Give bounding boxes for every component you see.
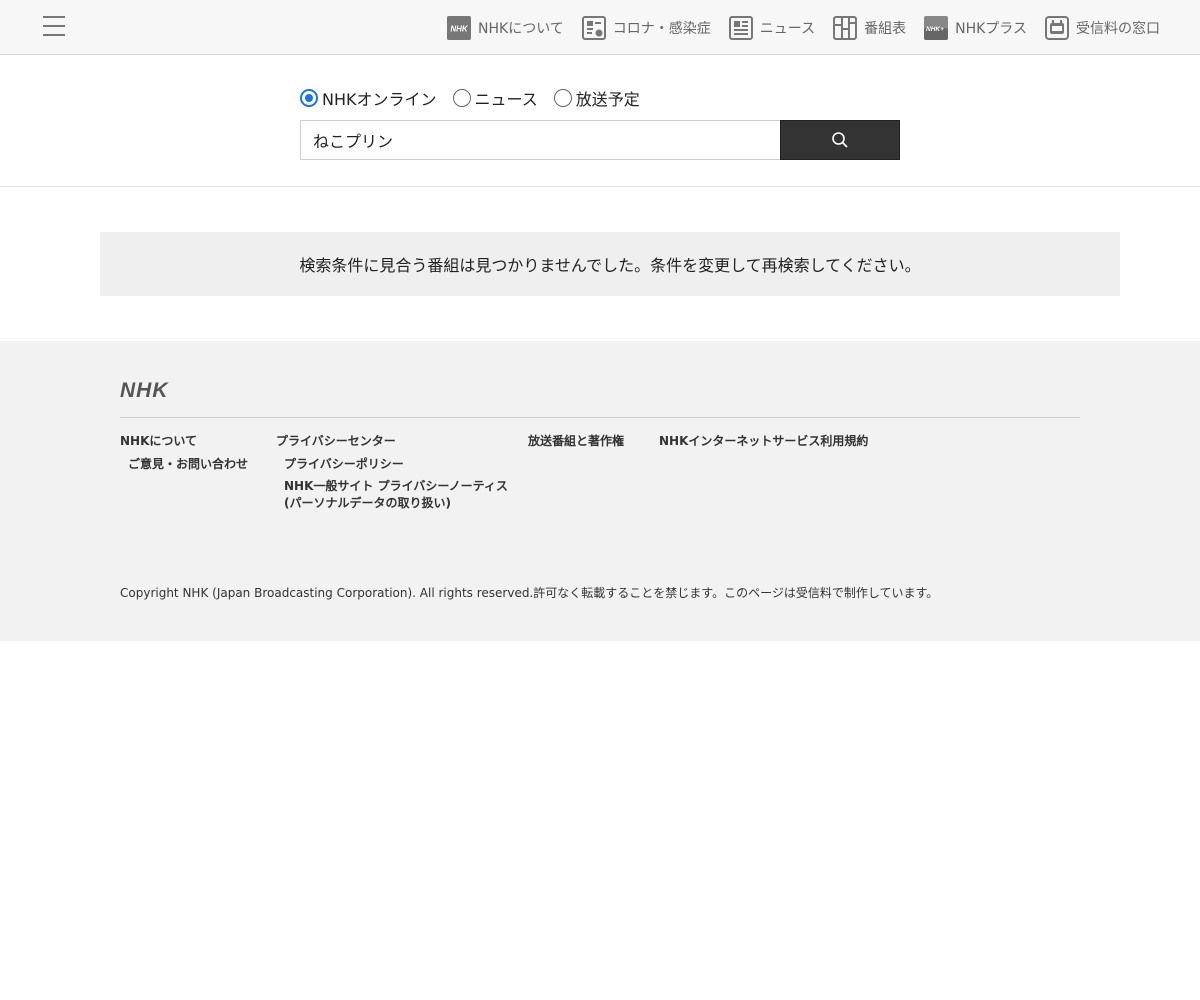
svg-text:NHK: NHK (120, 379, 169, 401)
radio-news[interactable]: ニュース (452, 86, 538, 110)
search-button[interactable] (780, 120, 900, 160)
footer: NHK NHKについて ご意見・お問い合わせ プライバシーセンター プライバシー… (0, 341, 1200, 641)
nav-label: ニュース (759, 20, 816, 37)
footer-col-terms: NHKインターネットサービス利用規約 (659, 432, 868, 449)
search-icon (832, 132, 848, 148)
global-nav: NHK NHKについて コロナ・感染症 ニュース 番組表 NHK+ NHKプラス… (429, 0, 1160, 55)
radio-label: NHKオンライン (322, 90, 437, 109)
nav-nhk-plus[interactable]: NHK+ NHKプラス (924, 15, 1027, 40)
nav-label: NHKについて (478, 20, 564, 37)
nav-about-nhk[interactable]: NHK NHKについて (447, 15, 564, 40)
copyright-text: Copyright NHK (Japan Broadcasting Corpor… (120, 586, 939, 600)
radio-nhk-online[interactable]: NHKオンライン (300, 86, 437, 110)
search-area: NHKオンライン ニュース 放送予定 (0, 56, 1200, 187)
top-bar: NHK NHKについて コロナ・感染症 ニュース 番組表 NHK+ NHKプラス… (0, 0, 1200, 55)
svg-text:NHK: NHK (450, 24, 469, 33)
radio-label: 放送予定 (575, 90, 640, 109)
menu-icon[interactable] (43, 16, 65, 38)
footer-col-privacy: プライバシーセンター プライバシーポリシー NHK一般サイト プライバシーノーテ… (276, 432, 508, 512)
nav-corona[interactable]: コロナ・感染症 (581, 15, 711, 40)
footer-col-about: NHKについて ご意見・お問い合わせ (120, 432, 248, 473)
nhk-logo[interactable]: NHK (120, 379, 180, 405)
program-table-icon (833, 15, 858, 40)
radio-button-checked[interactable] (300, 89, 318, 107)
nav-program-table[interactable]: 番組表 (833, 15, 907, 40)
news-icon (728, 15, 753, 40)
footer-divider (120, 417, 1080, 418)
radio-schedule[interactable]: 放送予定 (553, 86, 640, 110)
nav-label: 受信料の窓口 (1076, 20, 1160, 37)
nav-reception-fee[interactable]: 受信料の窓口 (1045, 15, 1160, 40)
footer-link-privacy-center[interactable]: プライバシーセンター (276, 432, 508, 449)
svg-text:NHK+: NHK+ (926, 26, 944, 33)
nhk-plus-icon: NHK+ (924, 15, 949, 40)
nav-label: コロナ・感染症 (612, 20, 711, 37)
corona-icon (581, 15, 606, 40)
footer-link-privacy-policy[interactable]: プライバシーポリシー (284, 456, 508, 473)
search-scope-radios: NHKオンライン ニュース 放送予定 (300, 86, 656, 110)
no-results-text: 検索条件に見合う番組は見つかりませんでした。条件を変更して再検索してください。 (299, 256, 921, 275)
footer-link-broadcast-copyright[interactable]: 放送番組と著作権 (528, 432, 624, 449)
footer-link-privacy-notice[interactable]: NHK一般サイト プライバシーノーティス (パーソナルデータの取り扱い) (284, 478, 508, 512)
no-results-message: 検索条件に見合う番組は見つかりませんでした。条件を変更して再検索してください。 (100, 232, 1120, 296)
footer-link-about-nhk[interactable]: NHKについて (120, 432, 248, 449)
footer-col-copyright: 放送番組と著作権 (528, 432, 624, 449)
nhk-logo-icon: NHK (447, 15, 472, 40)
footer-link-contact[interactable]: ご意見・お問い合わせ (128, 456, 248, 473)
reception-fee-icon (1045, 15, 1069, 40)
search-input[interactable] (300, 120, 781, 160)
nav-label: NHKプラス (955, 20, 1027, 37)
radio-button[interactable] (553, 89, 572, 107)
radio-label: ニュース (474, 90, 538, 109)
nav-label: 番組表 (864, 20, 907, 37)
nav-news[interactable]: ニュース (728, 15, 816, 40)
footer-link-internet-terms[interactable]: NHKインターネットサービス利用規約 (659, 432, 868, 449)
radio-button[interactable] (452, 89, 471, 107)
